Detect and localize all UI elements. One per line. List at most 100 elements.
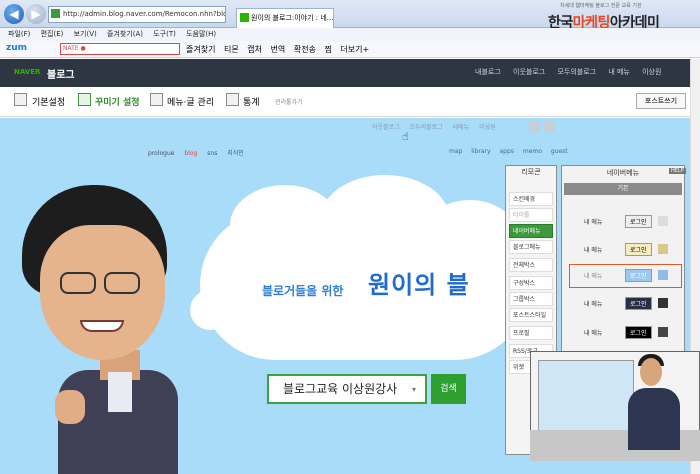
caricature-glasses (60, 272, 96, 294)
remocon-item-title[interactable]: 타이틀 (509, 208, 553, 222)
stats-icon (226, 93, 239, 106)
nav-option-login[interactable]: 로그인 (625, 326, 652, 339)
menu-prologue[interactable]: prologue (148, 150, 174, 157)
grid-icon (658, 298, 668, 308)
remocon-item-post-style[interactable]: 포스트스타일 (509, 308, 553, 322)
remocon-item-skin[interactable]: 스킨배경 (509, 192, 553, 206)
toolbar-more[interactable]: 더보기+ (340, 45, 369, 54)
back-button[interactable]: ◀ (4, 4, 24, 24)
nav-option-login[interactable]: 로그인 (625, 269, 652, 282)
academy-tagline: 차세대 웹마케팅 블로그 전문 교육 기관 (560, 3, 642, 9)
nav-all-blog[interactable]: 모두의블로그 (557, 68, 596, 76)
menu-edit[interactable]: 편집(E) (41, 28, 64, 41)
toolbar-send[interactable]: 확전송 (294, 45, 316, 54)
menu-help[interactable]: 도움말(H) (186, 28, 216, 41)
nav-option-label: 내 메뉴 (584, 330, 603, 337)
menu-sns[interactable]: sns (207, 150, 217, 157)
blog-menu-right: map library apps memo guest (449, 148, 575, 155)
menu-map[interactable]: map (449, 148, 462, 155)
settings-icon (14, 93, 27, 106)
toolbar-capture[interactable]: 캡처 (247, 45, 262, 54)
toolbar-tmon[interactable]: 티몬 (224, 45, 239, 54)
toolbar-search-input[interactable]: NATE ● (60, 43, 180, 55)
grid-icon-2[interactable] (544, 121, 555, 132)
menu-file[interactable]: 파일(F) (8, 28, 30, 41)
tab-decorate-settings[interactable]: 꾸미기 설정 (95, 95, 140, 108)
grid-icon (658, 327, 668, 337)
headline-big: 원이의 블 (368, 271, 470, 299)
cloud-shape (190, 290, 230, 330)
remocon-item-all-box[interactable]: 전체박스 (509, 258, 553, 272)
caricature-mouth (80, 320, 124, 332)
site-icon (51, 9, 60, 18)
blog-search-input[interactable]: 블로그교육 이상원강사 (267, 374, 427, 404)
top-link-menu[interactable]: 내메뉴 (453, 124, 470, 131)
tab-basic[interactable]: 기본 (564, 183, 682, 195)
naver-logo[interactable]: NAVER (14, 68, 40, 76)
top-link-all[interactable]: 모두의블로그 (410, 124, 443, 131)
help-button[interactable]: HELP (669, 168, 686, 174)
caricature-shirt (108, 372, 132, 412)
nav-option-label: 내 메뉴 (584, 219, 603, 226)
admin-tools-link[interactable]: 관리툴가기 (275, 97, 303, 106)
nav-my-blog[interactable]: 내블로그 (475, 68, 501, 76)
caricature-glasses (104, 272, 140, 294)
menu-blog[interactable]: blog (184, 150, 197, 157)
forward-button[interactable]: ▶ (26, 4, 46, 24)
nav-neighbor-blog[interactable]: 이웃블로그 (513, 68, 545, 76)
tab-menu-post-manage[interactable]: 메뉴·글 관리 (167, 95, 214, 108)
paint-icon (78, 93, 91, 106)
remocon-item-blog-menu[interactable]: 블로그메뉴 (509, 240, 553, 254)
remocon-item-group-box[interactable]: 그룹박스 (509, 292, 553, 306)
tab-basic-settings[interactable]: 기본설정 (32, 95, 65, 108)
address-bar[interactable]: http://admin.blog.naver.com/Remocon.nhn?… (48, 6, 226, 23)
menu-favorites[interactable]: 즐겨찾기(A) (107, 28, 143, 41)
nav-option-login[interactable]: 로그인 (625, 243, 652, 256)
menu-guest[interactable]: guest (551, 148, 568, 155)
grid-icon (658, 270, 668, 280)
document-icon (150, 93, 163, 106)
nav-option-label: 내 메뉴 (584, 301, 603, 308)
nav-option-login[interactable]: 로그인 (625, 215, 652, 228)
caricature-face (40, 225, 165, 360)
menu-apps[interactable]: apps (500, 148, 514, 155)
nav-my-menu[interactable]: 내 메뉴 (608, 68, 630, 76)
remocon-item-profile[interactable]: 프로필 (509, 326, 553, 340)
nav-option-label: 내 메뉴 (584, 247, 603, 254)
grid-icon (658, 244, 668, 254)
toolbar-zzim[interactable]: 찜 (324, 45, 331, 54)
nav-option-login[interactable]: 로그인 (625, 297, 652, 310)
toolbar-translate[interactable]: 번역 (271, 45, 286, 54)
remocon-item-layout-box[interactable]: 구성박스 (509, 276, 553, 290)
toolbar-favorites[interactable]: 즐겨찾기 (186, 45, 215, 54)
blog-title[interactable]: 블로그 (47, 66, 75, 81)
tab-statistics[interactable]: 통계 (243, 95, 260, 108)
toolbar-items: 즐겨찾기 티몬 캡처 번역 확전송 찜 더보기+ (186, 44, 375, 55)
menu-memo[interactable]: memo (523, 148, 542, 155)
headline-small: 블로거들을 위한 (262, 284, 344, 298)
blog-menu-left: prologue blog sns 지식인 (148, 148, 252, 157)
search-button[interactable]: 검색 (431, 374, 466, 404)
write-post-button[interactable]: 포스트쓰기 (636, 93, 686, 109)
menu-knowledge[interactable]: 지식인 (227, 150, 244, 157)
grid-icon[interactable] (529, 121, 540, 132)
zum-logo[interactable]: zum (6, 43, 27, 53)
mouse-cursor-icon: ☝ (402, 130, 409, 143)
nav-user-name[interactable]: 이상원 (642, 68, 661, 76)
chevron-down-icon[interactable]: ▾ (412, 385, 416, 394)
blog-top-links: 이웃블로그 모두의블로그 내메뉴 이상원 (372, 122, 504, 131)
top-link-user[interactable]: 이상원 (479, 124, 496, 131)
grid-icon (658, 216, 668, 226)
menu-tools[interactable]: 도구(T) (153, 28, 176, 41)
nav-option-label: 내 메뉴 (584, 273, 603, 280)
top-link-neighbor[interactable]: 이웃블로그 (372, 124, 400, 131)
presenter-body (628, 388, 680, 450)
browser-menu-bar: 파일(F) 편집(E) 보기(V) 즐겨찾기(A) 도구(T) 도움말(H) (0, 28, 700, 41)
naver-menu-title: 네이버메뉴 (606, 169, 640, 177)
menu-library[interactable]: library (471, 148, 490, 155)
remocon-title: 리모콘 (521, 168, 541, 176)
browser-tab[interactable]: 원이의 블로그:이야기 : 네... (236, 8, 334, 28)
tab-favicon-icon (240, 13, 249, 22)
remocon-item-naver-menu[interactable]: 네이버메뉴 (509, 224, 553, 238)
menu-view[interactable]: 보기(V) (74, 28, 97, 41)
